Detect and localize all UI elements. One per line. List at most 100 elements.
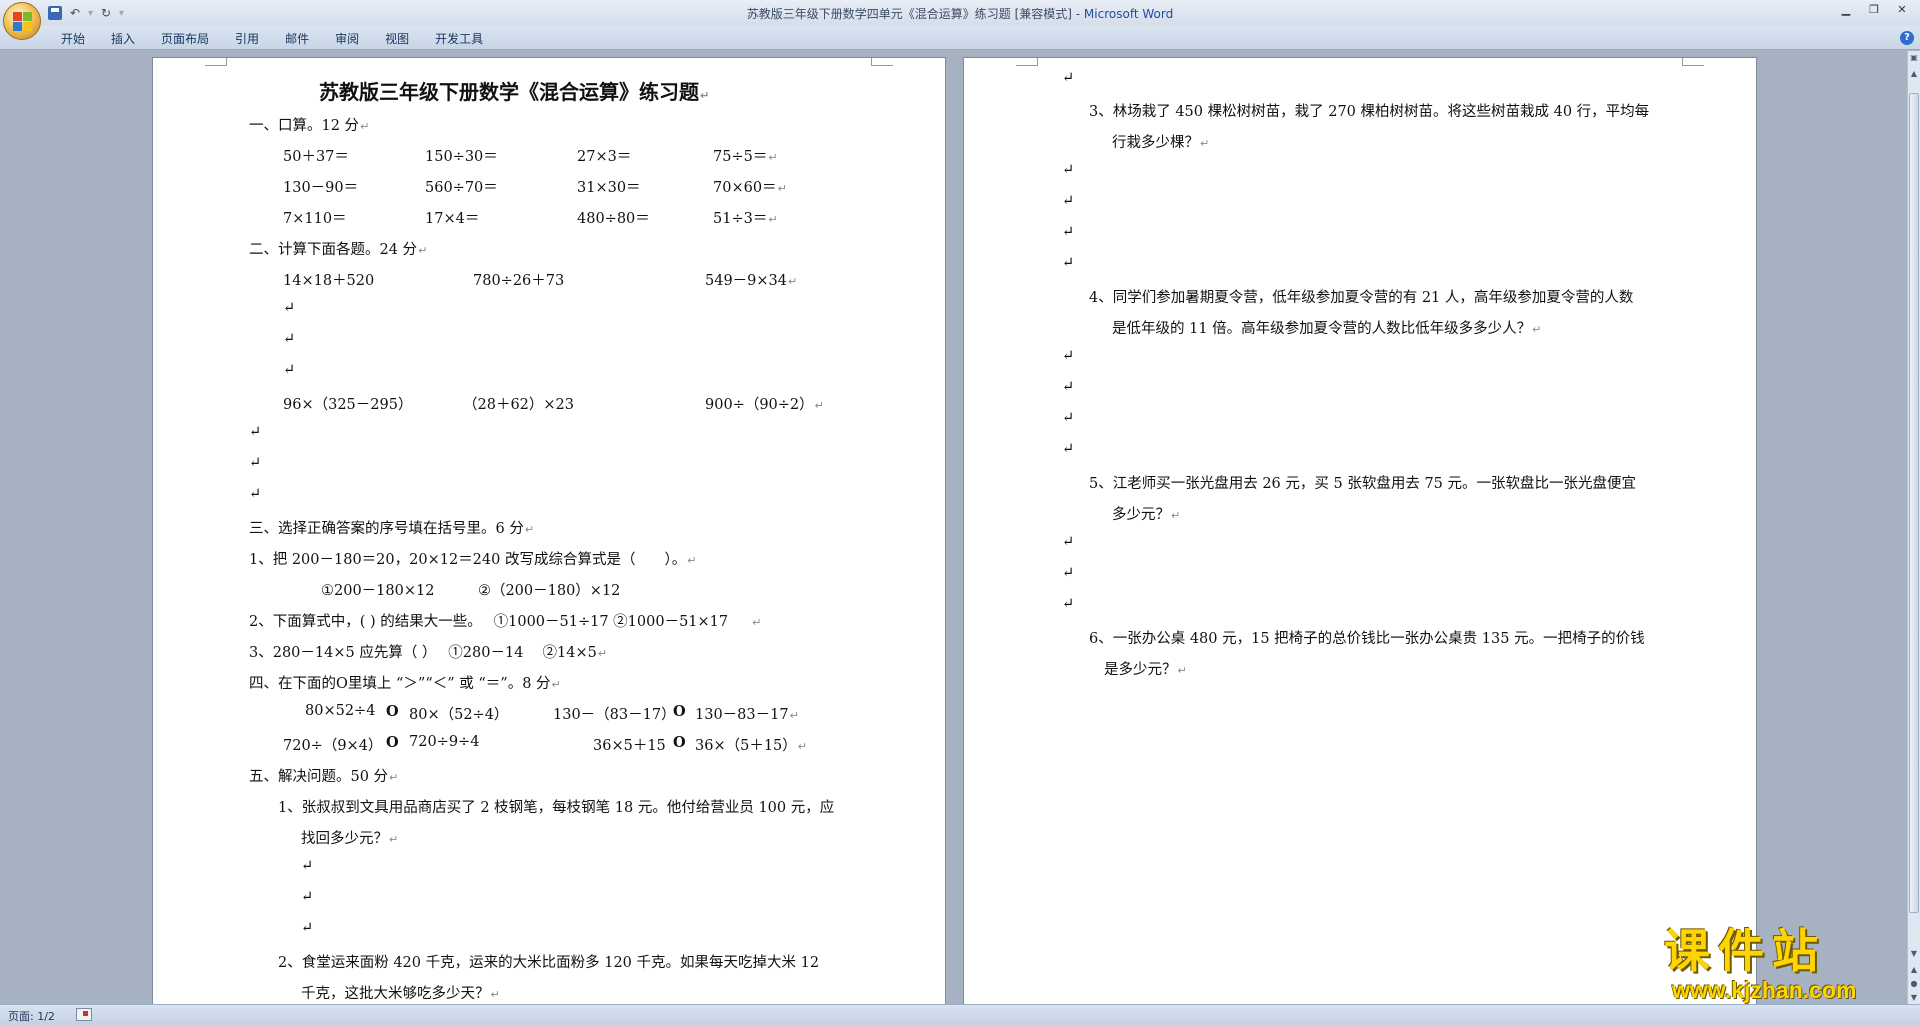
- paragraph-mark: ↵: [249, 424, 262, 440]
- choice-question: 2、下面算式中，( ) 的结果大一些。 ①1000－51÷17 ②1000－51…: [249, 614, 762, 630]
- app-name: Microsoft Word: [1083, 7, 1174, 21]
- oral-item: 70×60＝↵: [713, 180, 787, 196]
- margin-corner-mark: [1682, 58, 1704, 66]
- restore-icon[interactable]: ❐: [1860, 0, 1888, 18]
- paragraph-mark: ↵: [1062, 255, 1075, 271]
- paragraph-mark: ↵: [1062, 410, 1075, 426]
- oral-item: 51÷3＝↵: [713, 211, 778, 227]
- paragraph-mark: ↵: [249, 455, 262, 471]
- paragraph-mark: ↵: [1062, 348, 1075, 364]
- choice-question: 1、把 200－180＝20，20×12＝240 改写成综合算式是（ ）。↵: [249, 552, 697, 568]
- compare-item: 80×（52÷4）: [409, 707, 509, 723]
- word-problem: 找回多少元？↵: [301, 831, 399, 847]
- tab-references[interactable]: 引用: [223, 30, 273, 48]
- compare-item: 80×52÷4: [305, 703, 376, 719]
- watermark-url: www.kjzhan.com: [1672, 977, 1857, 1003]
- compare-item: 36×（5＋15）↵: [695, 738, 807, 754]
- word-problem: 2、食堂运来面粉 420 千克，运来的大米比面粉多 120 千克。如果每天吃掉大…: [278, 955, 820, 971]
- paragraph-mark: ↵: [283, 300, 296, 316]
- word-problem: 6、一张办公桌 480 元，15 把椅子的总价钱比一张办公桌贵 135 元。一把…: [1089, 631, 1645, 647]
- choice-options: ①200－180×12 ②（200－180）×12: [321, 583, 621, 599]
- document-page-2[interactable]: ↵ 3、林场栽了 450 棵松树树苗，栽了 270 棵柏树树苗。将这些树苗栽成 …: [963, 57, 1757, 1004]
- margin-corner-mark: [205, 58, 227, 66]
- close-icon[interactable]: ✕: [1888, 0, 1916, 18]
- oral-item: 560÷70＝: [425, 180, 498, 196]
- title-bar: ↶ ▾ ↻ ▾ 苏教版三年级下册数学四单元《混合运算》练习题 [兼容模式] - …: [0, 0, 1920, 26]
- watermark-text: 课件站: [1664, 924, 1826, 978]
- ruler-toggle-icon[interactable]: ▣: [1908, 51, 1920, 65]
- oral-item: 31×30＝: [577, 180, 641, 196]
- compare-item: 130－（83－17）: [553, 707, 676, 723]
- scroll-down-icon[interactable]: ▼: [1908, 947, 1920, 961]
- word-problem: 1、张叔叔到文具用品商店买了 2 枝钢笔，每枝钢笔 18 元。他付给营业员 10…: [278, 800, 835, 816]
- paragraph-mark: ↵: [1062, 162, 1075, 178]
- minimize-icon[interactable]: ▁: [1832, 0, 1860, 18]
- paragraph-mark: ↵: [301, 889, 314, 905]
- oral-item: 7×110＝: [283, 211, 347, 227]
- tab-review[interactable]: 审阅: [323, 30, 373, 48]
- paragraph-mark: ↵: [1062, 70, 1075, 86]
- oral-item: 50＋37＝: [283, 149, 349, 165]
- office-button[interactable]: [3, 2, 41, 40]
- scrollbar-thumb[interactable]: [1909, 93, 1919, 913]
- word-problem: 千克，这批大米够吃多少天？↵: [301, 986, 500, 1002]
- ribbon: 开始 插入 页面布局 引用 邮件 审阅 视图 开发工具 ?: [0, 26, 1920, 50]
- compare-circle[interactable]: O: [386, 703, 399, 720]
- page-number-indicator[interactable]: 页面: 1/2: [8, 1008, 55, 1024]
- section-heading: 一、口算。12 分↵: [249, 118, 370, 134]
- compare-circle[interactable]: O: [673, 703, 686, 720]
- status-bar: 页面: 1/2: [0, 1004, 1920, 1025]
- paragraph-mark: ↵: [1062, 565, 1075, 581]
- oral-item: 75÷5＝↵: [713, 149, 778, 165]
- tab-insert[interactable]: 插入: [99, 30, 149, 48]
- ribbon-tabs: 开始 插入 页面布局 引用 邮件 审阅 视图 开发工具: [49, 30, 497, 48]
- compare-circle[interactable]: O: [386, 734, 399, 751]
- calc-item: （28＋62）×23: [463, 397, 575, 413]
- compare-item: 720÷9÷4: [409, 734, 480, 750]
- margin-corner-mark: [871, 58, 893, 66]
- oral-item: 17×4＝: [425, 211, 480, 227]
- compare-item: 720÷（9×4）: [283, 738, 383, 754]
- paragraph-mark: ↵: [1062, 193, 1075, 209]
- tab-home[interactable]: 开始: [49, 30, 99, 48]
- tab-page-layout[interactable]: 页面布局: [149, 30, 223, 48]
- paragraph-mark: ↵: [283, 331, 296, 347]
- watermark-logo: 课件站 www.kjzhan.com: [1664, 925, 1904, 1003]
- calc-item: 96×（325－295）: [283, 397, 413, 413]
- tab-view[interactable]: 视图: [373, 30, 423, 48]
- document-page-1[interactable]: 苏教版三年级下册数学《混合运算》练习题↵ 一、口算。12 分↵ 50＋37＝ 1…: [152, 57, 946, 1004]
- next-page-icon[interactable]: ▼: [1908, 991, 1920, 1005]
- paragraph-mark: ↵: [1062, 379, 1075, 395]
- compare-item: 130－83－17↵: [695, 707, 799, 723]
- oral-item: 27×3＝: [577, 149, 632, 165]
- browse-object-icon[interactable]: ●: [1908, 977, 1920, 991]
- proofing-icon[interactable]: [76, 1008, 92, 1021]
- word-problem: 4、同学们参加暑期夏令营，低年级参加夏令营的有 21 人，高年级参加夏令营的人数: [1089, 290, 1634, 306]
- vertical-scrollbar[interactable]: ▣ ▲ ▼ ▲ ● ▼: [1907, 51, 1920, 1004]
- compare-circle[interactable]: O: [673, 734, 686, 751]
- section-heading: 五、解决问题。50 分↵: [249, 769, 399, 785]
- document-name: 苏教版三年级下册数学四单元《混合运算》练习题 [兼容模式] -: [746, 7, 1084, 21]
- calc-item: 14×18＋520: [283, 273, 375, 289]
- word-problem: 3、林场栽了 450 棵松树树苗，栽了 270 棵柏树树苗。将这些树苗栽成 40…: [1089, 104, 1650, 120]
- oral-item: 480÷80＝: [577, 211, 650, 227]
- calc-item: 900÷（90÷2）↵: [705, 397, 824, 413]
- tab-developer[interactable]: 开发工具: [423, 30, 497, 48]
- word-problem: 行栽多少棵？↵: [1112, 135, 1210, 151]
- previous-page-icon[interactable]: ▲: [1908, 963, 1920, 977]
- scroll-up-icon[interactable]: ▲: [1908, 67, 1920, 81]
- tab-mailings[interactable]: 邮件: [273, 30, 323, 48]
- paragraph-mark: ↵: [249, 486, 262, 502]
- oral-item: 150÷30＝: [425, 149, 498, 165]
- paragraph-mark: ↵: [1062, 224, 1075, 240]
- section-heading: 三、选择正确答案的序号填在括号里。6 分↵: [249, 521, 535, 537]
- document-area[interactable]: 苏教版三年级下册数学《混合运算》练习题↵ 一、口算。12 分↵ 50＋37＝ 1…: [0, 51, 1907, 1004]
- margin-corner-mark: [1016, 58, 1038, 66]
- paragraph-mark: ↵: [301, 920, 314, 936]
- window-title: 苏教版三年级下册数学四单元《混合运算》练习题 [兼容模式] - Microsof…: [0, 5, 1920, 22]
- word-problem: 多少元？↵: [1112, 507, 1181, 523]
- choice-question: 3、280－14×5 应先算（ ） ①280－14 ②14×5↵: [249, 645, 608, 661]
- word-problem: 是低年级的 11 倍。高年级参加夏令营的人数比低年级多多少人？↵: [1112, 321, 1542, 337]
- help-icon[interactable]: ?: [1900, 31, 1914, 45]
- section-heading: 四、在下面的O里填上 “＞”“＜” 或 “＝”。8 分↵: [249, 676, 561, 692]
